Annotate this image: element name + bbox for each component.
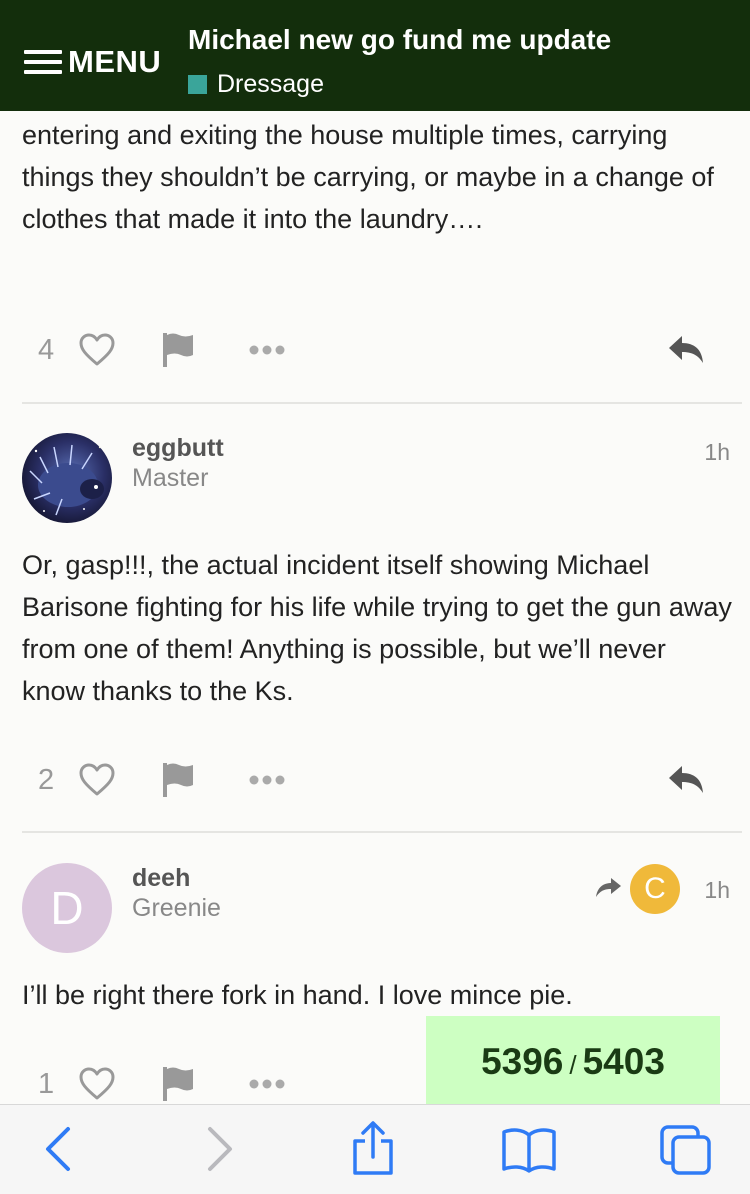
topic-progress[interactable]: 5396/5403 [426,1016,720,1104]
menu-label: MENU [68,44,162,79]
heart-icon[interactable] [78,762,116,798]
post-time[interactable]: 1h [704,439,730,466]
reply-to-arrow-icon[interactable] [594,876,624,900]
user-avatar[interactable] [22,433,112,523]
more-icon[interactable] [248,1078,286,1090]
reply-icon[interactable] [666,332,706,368]
user-title: Master [132,464,209,492]
like-count: 4 [38,334,55,366]
flag-icon[interactable] [160,760,196,800]
heart-icon[interactable] [78,1066,116,1102]
username[interactable]: eggbutt [132,434,224,463]
more-icon[interactable] [248,344,286,356]
progress-total: 5403 [582,1041,665,1082]
tabs-icon[interactable] [658,1121,714,1177]
hamburger-icon [24,49,62,75]
post-body: Or, gasp!!!, the actual incident itself … [22,550,732,706]
post-time[interactable]: 1h [704,877,730,904]
forward-icon[interactable] [198,1121,238,1177]
like-count: 1 [38,1068,55,1100]
post-divider [22,831,742,833]
like-count: 2 [38,764,55,796]
flag-icon[interactable] [160,330,196,370]
share-icon[interactable] [350,1121,396,1177]
category-label: Dressage [217,70,324,98]
user-title: Greenie [132,894,221,922]
topic-header: MENU Michael new go fund me update Dress… [0,0,750,111]
menu-button[interactable]: MENU [24,44,161,80]
user-avatar[interactable]: D [22,863,112,953]
username[interactable]: deeh [132,864,190,893]
category-badge[interactable]: Dressage [188,70,324,99]
reply-icon[interactable] [666,762,706,798]
browser-toolbar [0,1104,750,1194]
more-icon[interactable] [248,774,286,786]
flag-icon[interactable] [160,1064,196,1104]
bookmarks-icon[interactable] [500,1121,558,1177]
progress-current: 5396 [481,1041,564,1082]
post-actions: 4 [0,326,750,376]
post-divider [22,402,742,404]
reply-to-avatar[interactable]: C [630,864,680,914]
progress-separator: / [569,1050,577,1080]
topic-title[interactable]: Michael new go fund me update [188,24,611,56]
post-actions: 2 [0,756,750,806]
heart-icon[interactable] [78,332,116,368]
porcupine-avatar-image [22,433,112,523]
post-body: I’ll be right there fork in hand. I love… [22,980,573,1010]
back-icon[interactable] [40,1121,80,1177]
post-body: entering and exiting the house multiple … [22,120,714,234]
category-color-swatch [188,75,207,94]
